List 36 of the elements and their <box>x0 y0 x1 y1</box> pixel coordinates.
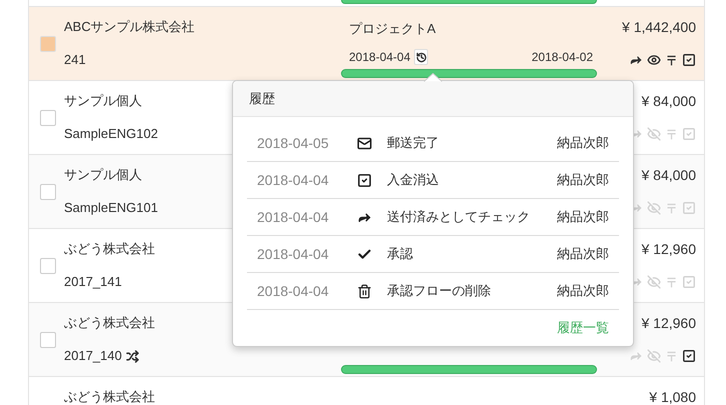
document-number: 2017_140 <box>64 347 122 365</box>
document-number: SampleENG102 <box>64 125 158 143</box>
history-action: 承認 <box>387 245 414 264</box>
due-date: 2018-04-02 <box>532 49 593 66</box>
client-name: サンプル個人 <box>64 92 142 110</box>
amount: ¥ 12,960 <box>642 314 696 333</box>
history-action: 郵送完了 <box>387 134 440 152</box>
history-user: 納品次郎 <box>557 208 609 226</box>
history-user: 納品次郎 <box>557 134 609 152</box>
amount: ¥ 84,000 <box>642 166 696 185</box>
document-number: 2017_141 <box>64 273 122 291</box>
project-name: プロジェクトA <box>348 21 436 36</box>
history-action: 入金消込 <box>387 171 440 190</box>
document-number: SampleENG101 <box>64 199 158 217</box>
history-date: 2018-04-04 <box>257 282 330 300</box>
issue-date: 2018-04-04 <box>349 49 410 66</box>
history-action: 承認フローの削除 <box>387 282 492 300</box>
history-date: 2018-04-05 <box>257 134 330 152</box>
history-user: 納品次郎 <box>557 171 609 190</box>
amount: ¥ 84,000 <box>642 92 696 111</box>
history-date: 2018-04-04 <box>257 208 330 226</box>
history-date: 2018-04-04 <box>257 244 330 264</box>
client-name: ABCサンプル株式会社 <box>64 18 195 36</box>
client-name: ぶどう株式会社 <box>64 314 155 332</box>
popover-title: 履歴 <box>249 90 275 108</box>
amount: ¥ 1,442,400 <box>622 18 696 37</box>
history-user: 納品次郎 <box>557 282 609 300</box>
history-action: 送付済みとしてチェック <box>387 208 531 226</box>
client-name: ぶどう株式会社 <box>64 388 155 405</box>
document-number: 241 <box>64 51 86 69</box>
amount: ¥ 1,080 <box>649 388 696 405</box>
client-name: ぶどう株式会社 <box>64 240 155 258</box>
history-date: 2018-04-04 <box>257 170 330 190</box>
history-user: 納品次郎 <box>557 245 609 264</box>
amount: ¥ 12,960 <box>642 240 696 259</box>
client-name: サンプル個人 <box>64 166 142 184</box>
